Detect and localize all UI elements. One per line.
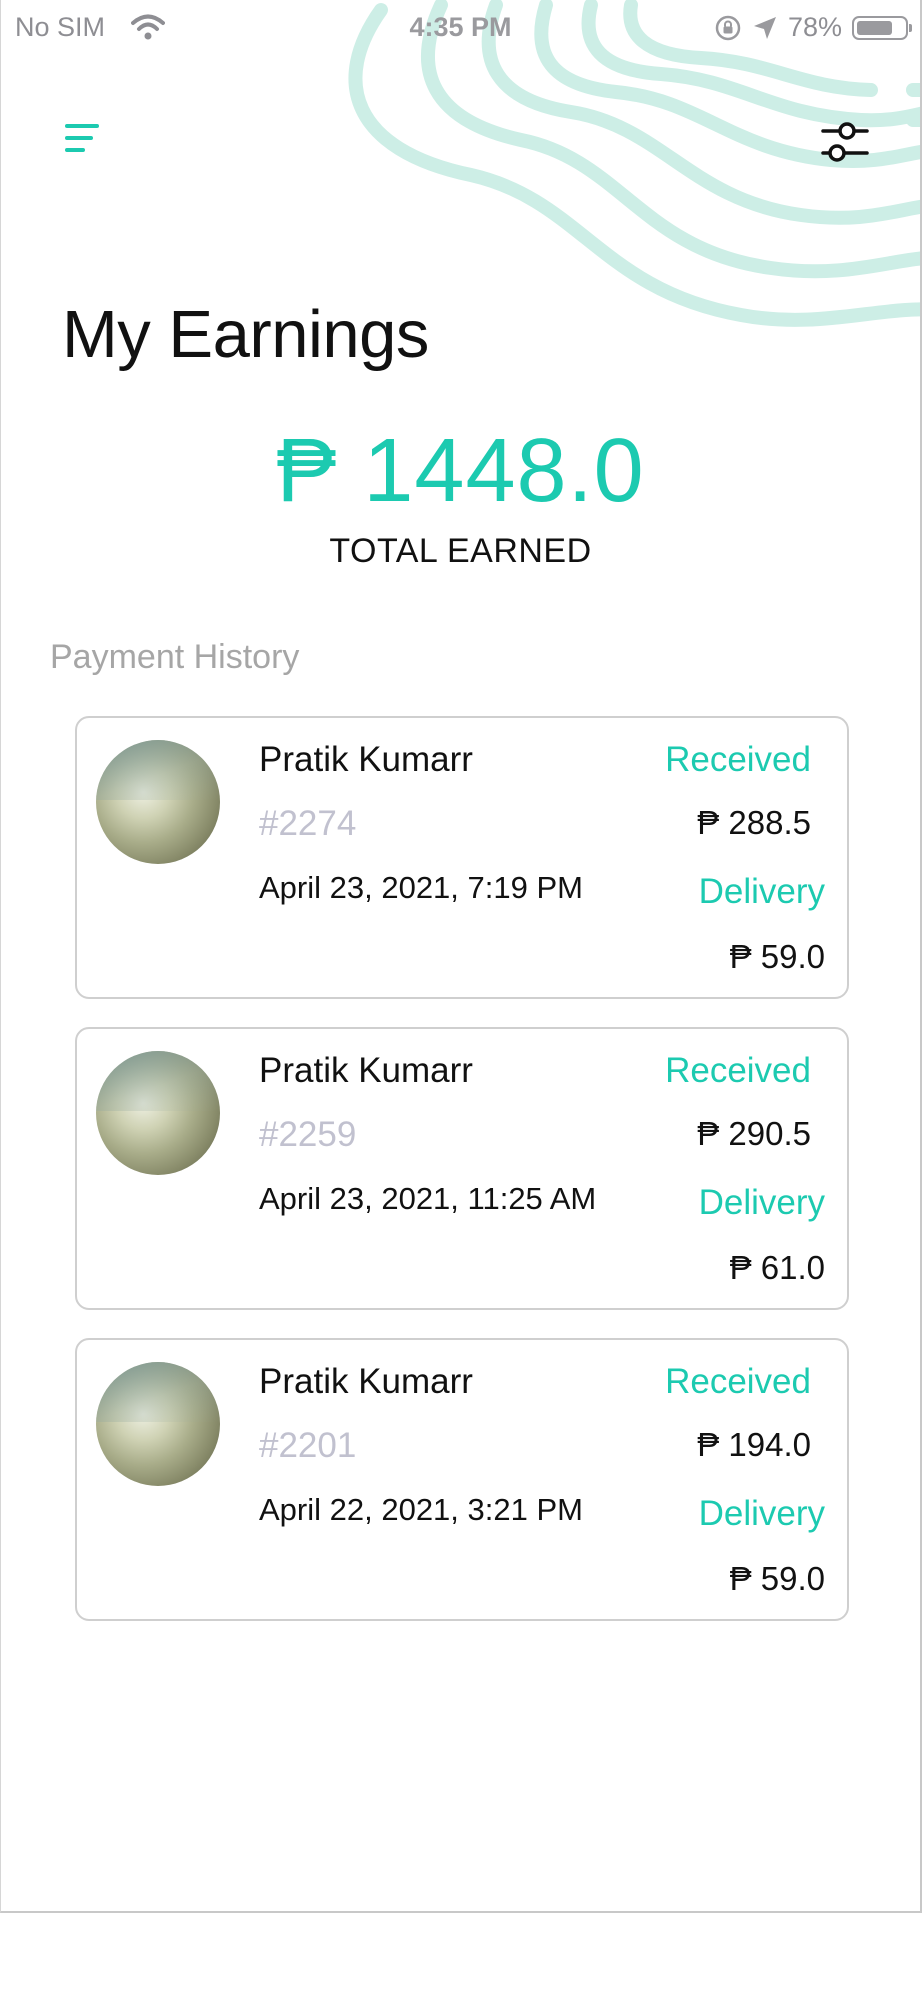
page-title: My Earnings — [62, 297, 429, 372]
battery-percent: 78% — [787, 12, 842, 42]
order-id: #2259 — [259, 1115, 357, 1154]
avatar — [96, 1362, 220, 1486]
delivery-amount: ₱ 59.0 — [729, 1560, 825, 1597]
payment-date: April 23, 2021, 11:25 AM — [259, 1181, 597, 1216]
status-bar: No SIM 4:35 PM 78% — [1, 0, 920, 56]
total-earned-amount: ₱ 1448.0 — [276, 421, 645, 521]
location-arrow-icon — [753, 16, 776, 39]
menu-icon-line — [65, 148, 85, 152]
delivery-label: Delivery — [698, 1183, 825, 1222]
avatar — [96, 1051, 220, 1175]
payment-card[interactable]: Pratik Kumarr #2274 April 23, 2021, 7:19… — [75, 716, 849, 999]
order-id: #2201 — [259, 1426, 357, 1465]
menu-button[interactable] — [61, 118, 105, 162]
customer-name: Pratik Kumarr — [259, 1051, 473, 1090]
menu-icon — [65, 124, 99, 128]
delivery-label: Delivery — [698, 1494, 825, 1533]
received-amount: ₱ 290.5 — [697, 1115, 811, 1152]
menu-icon-line — [65, 136, 93, 140]
orientation-lock-icon — [715, 15, 741, 40]
sliders-icon[interactable] — [817, 114, 873, 170]
status-right-group: 78% — [714, 12, 912, 43]
battery-icon — [852, 15, 912, 40]
delivery-label: Delivery — [698, 872, 825, 911]
avatar — [96, 740, 220, 864]
total-earned-label: TOTAL EARNED — [329, 532, 592, 570]
delivery-amount: ₱ 61.0 — [729, 1249, 825, 1286]
payment-date: April 22, 2021, 3:21 PM — [259, 1492, 583, 1527]
received-label: Received — [665, 740, 811, 779]
received-label: Received — [665, 1362, 811, 1401]
payment-date: April 23, 2021, 7:19 PM — [259, 870, 583, 905]
received-amount: ₱ 194.0 — [697, 1426, 811, 1463]
payment-history-heading: Payment History — [50, 638, 300, 676]
customer-name: Pratik Kumarr — [259, 740, 473, 779]
delivery-amount: ₱ 59.0 — [729, 938, 825, 975]
received-label: Received — [665, 1051, 811, 1090]
payment-card[interactable]: Pratik Kumarr #2259 April 23, 2021, 11:2… — [75, 1027, 849, 1310]
app-screen: No SIM 4:35 PM 78% My Earnings ₱ 1448.0 … — [0, 0, 922, 1913]
customer-name: Pratik Kumarr — [259, 1362, 473, 1401]
payment-card[interactable]: Pratik Kumarr #2201 April 22, 2021, 3:21… — [75, 1338, 849, 1621]
order-id: #2274 — [259, 804, 357, 843]
received-amount: ₱ 288.5 — [697, 804, 811, 841]
